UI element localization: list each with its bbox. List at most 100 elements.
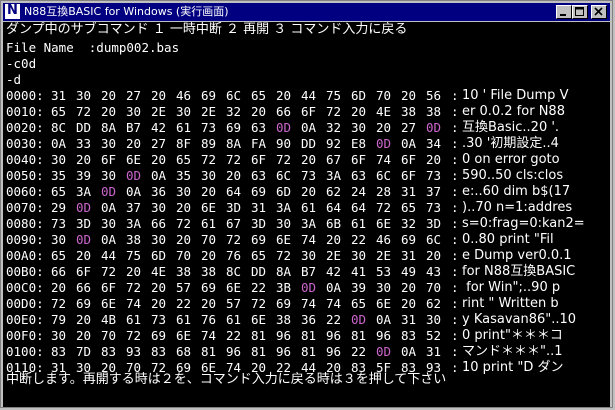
dump-byte: DD: [251, 264, 267, 279]
dump-byte: 35: [51, 168, 67, 183]
dump-byte: 64: [326, 200, 342, 215]
dump-byte: 3A: [126, 216, 142, 231]
dump-address: 0000:: [6, 88, 44, 103]
dump-separator: :: [451, 136, 459, 151]
dump-byte: 81: [251, 328, 267, 343]
dump-byte: 8C: [226, 264, 242, 279]
dump-row: 0070: 29 0D 0A 37 30 20 6E 3D 31 3A 61 64 64 72 65 73:).…: [6, 200, 606, 216]
dump-byte: 6C: [276, 168, 292, 183]
dump-byte: 6E: [201, 200, 217, 215]
dump-byte: 44: [101, 248, 117, 263]
dump-ascii: 590..50 cls:clos: [462, 168, 564, 183]
dump-byte: 38: [426, 104, 442, 119]
dump-byte: 65: [51, 248, 67, 263]
dump-byte: 3A: [326, 168, 342, 183]
dump-byte: 38: [401, 104, 417, 119]
dump-byte: 20: [51, 280, 67, 295]
dump-row: 00B0: 66 6F 72 20 4E 38 38 8C DD 8A B7 42 41 53 49 43: fo…: [6, 264, 606, 280]
dump-byte: 61: [351, 216, 367, 231]
dump-address: 0050:: [6, 168, 44, 183]
dump-byte: 69: [401, 232, 417, 247]
dump-separator: :: [451, 296, 459, 311]
dump-byte: 0D: [276, 120, 292, 135]
dump-byte: 6C: [226, 88, 242, 103]
dump-address: 0010:: [6, 104, 44, 119]
dump-byte: 72: [126, 280, 142, 295]
dump-byte: 32: [326, 120, 342, 135]
minimize-button[interactable]: [556, 5, 572, 19]
dump-byte: 4E: [376, 104, 392, 119]
dump-byte: 72: [276, 152, 292, 167]
dump-byte: 63: [351, 168, 367, 183]
dump-ascii: e Dump ver0.0.1: [462, 248, 576, 263]
dump-separator: :: [451, 200, 459, 215]
dump-byte: 72: [201, 152, 217, 167]
dump-row: 00A0: 65 20 44 75 6D 70 20 76 65 72 30 2E 30 2E 31 20: e …: [6, 248, 606, 264]
dump-byte: 2E: [201, 104, 217, 119]
dump-byte: 3D: [76, 216, 92, 231]
dump-byte: 69: [151, 328, 167, 343]
dump-address: 00D0:: [6, 296, 44, 311]
dump-byte: 30: [151, 200, 167, 215]
dump-byte: 20: [226, 168, 242, 183]
dump-separator: :: [451, 152, 459, 167]
app-n-icon[interactable]: N: [5, 3, 20, 19]
dump-byte: 62: [326, 184, 342, 199]
dump-byte: 20: [426, 248, 442, 263]
dump-byte: 69: [251, 232, 267, 247]
title-bar[interactable]: N N88互換BASIC for Windows (実行画面): [3, 3, 610, 21]
dump-byte: 69: [201, 88, 217, 103]
dump-byte: 20: [326, 232, 342, 247]
dump-ascii: マンド＊＊＊"..1: [462, 344, 563, 359]
dump-ascii: )..70 n=1:addres: [462, 200, 573, 215]
dump-byte: 56: [426, 88, 442, 103]
dump-byte: 8C: [51, 120, 67, 135]
dump-byte: 72: [101, 264, 117, 279]
dump-byte: 30: [151, 232, 167, 247]
dump-byte: 20: [401, 280, 417, 295]
dump-byte: 30: [351, 120, 367, 135]
dump-address: 0030:: [6, 136, 44, 151]
dump-byte: 81: [351, 328, 367, 343]
dump-separator: :: [451, 184, 459, 199]
dump-separator: :: [451, 232, 459, 247]
dump-byte: 3A: [76, 184, 92, 199]
dump-byte: 3D: [226, 200, 242, 215]
dump-byte: 6F: [401, 152, 417, 167]
dump-byte: 92: [326, 136, 342, 151]
dump-ascii: for N88互換BASIC: [462, 264, 576, 279]
dump-byte: 96: [326, 328, 342, 343]
dump-byte: 22: [176, 296, 192, 311]
dump-byte: 30: [101, 216, 117, 231]
dump-byte: 20: [426, 152, 442, 167]
dump-byte: 33: [76, 136, 92, 151]
dump-byte: 36: [151, 184, 167, 199]
file-name-line: File Name :dump002.bas: [6, 40, 180, 55]
dump-separator: :: [451, 216, 459, 231]
dump-byte: 6F: [101, 152, 117, 167]
dump-byte: 0A: [101, 232, 117, 247]
dump-byte: 27: [126, 88, 142, 103]
dump-row: 0060: 65 3A 0D 0A 36 30 20 64 69 6D 20 62 24 28 31 37: e:…: [6, 184, 606, 200]
dump-byte: 46: [176, 88, 192, 103]
console-screen[interactable]: ダンプ中のサブコマンド １ 一時中断 ２ 再開 ３ コマンド入力に戻る File…: [3, 22, 610, 407]
dump-ascii: .30 '初期設定..4: [462, 136, 559, 151]
close-button[interactable]: [591, 5, 607, 19]
dump-separator: :: [451, 168, 459, 183]
command-line: -c0d: [6, 56, 37, 71]
dump-byte: 20: [151, 152, 167, 167]
dump-byte: 65: [401, 200, 417, 215]
dump-byte: 30: [201, 168, 217, 183]
dump-byte: 2E: [376, 248, 392, 263]
dump-byte: 20: [401, 296, 417, 311]
dump-byte: 63: [251, 168, 267, 183]
dump-byte: 83: [101, 344, 117, 359]
dump-row: 0030: 0A 33 30 20 27 8F 89 8A FA 90 DD 92 E8 0D 0A 34: .3…: [6, 136, 606, 152]
close-icon: [594, 7, 603, 16]
dump-byte: 38: [276, 312, 292, 327]
dump-byte: 20: [76, 152, 92, 167]
dump-row: 0000: 31 30 20 27 20 46 69 6C 65 20 44 75 6D 70 20 56:10…: [6, 88, 606, 104]
maximize-button[interactable]: [572, 5, 588, 19]
dump-byte: 65: [251, 88, 267, 103]
dump-row: 00D0: 72 69 6E 74 20 22 20 57 72 69 74 74 65 6E 20 62: ri…: [6, 296, 606, 312]
